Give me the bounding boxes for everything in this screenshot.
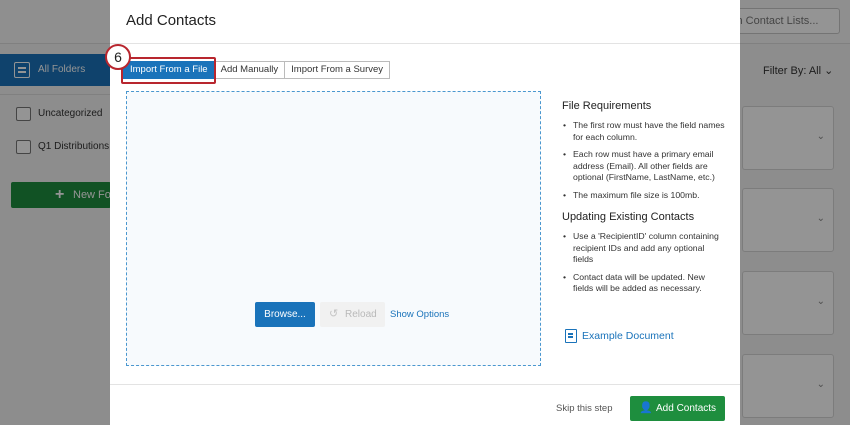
show-options-link[interactable]: Show Options xyxy=(390,302,449,327)
browse-button[interactable]: Browse... xyxy=(255,302,315,327)
step-number-badge: 6 xyxy=(105,44,131,70)
skip-step-link[interactable]: Skip this step xyxy=(556,403,613,414)
tab-import-from-survey[interactable]: Import From a Survey xyxy=(284,61,391,79)
reload-label: Reload xyxy=(345,309,377,320)
tab-highlight-box xyxy=(121,57,216,84)
modal-title: Add Contacts xyxy=(126,12,217,29)
list-item: Each row must have a primary email addre… xyxy=(562,149,727,184)
add-user-icon: 👤 xyxy=(639,402,653,414)
list-item: The first row must have the field names … xyxy=(562,120,727,143)
reload-icon: ↺ xyxy=(329,308,339,320)
updating-contacts-list: Use a 'RecipientID' column containing re… xyxy=(562,231,727,295)
list-item: The maximum file size is 100mb. xyxy=(562,190,727,202)
example-document-link[interactable]: Example Document xyxy=(565,329,674,343)
file-requirements-heading: File Requirements xyxy=(562,100,652,112)
tab-add-manually[interactable]: Add Manually xyxy=(213,61,286,79)
file-dropzone[interactable]: Browse... ↺ Reload Show Options xyxy=(126,91,541,366)
modal-footer: Skip this step 👤 Add Contacts xyxy=(110,384,740,425)
add-contacts-label: Add Contacts xyxy=(656,403,717,414)
add-contacts-button[interactable]: 👤 Add Contacts xyxy=(630,396,725,421)
file-requirements-list: The first row must have the field names … xyxy=(562,120,727,201)
list-item: Contact data will be updated. New fields… xyxy=(562,272,727,295)
example-document-label: Example Document xyxy=(582,330,674,342)
reload-button[interactable]: ↺ Reload xyxy=(320,302,385,327)
file-requirements-panel: File Requirements The first row must hav… xyxy=(562,100,727,301)
modal-header: Add Contacts xyxy=(110,0,740,44)
list-item: Use a 'RecipientID' column containing re… xyxy=(562,231,727,266)
updating-contacts-heading: Updating Existing Contacts xyxy=(562,211,695,223)
document-icon xyxy=(565,329,577,343)
